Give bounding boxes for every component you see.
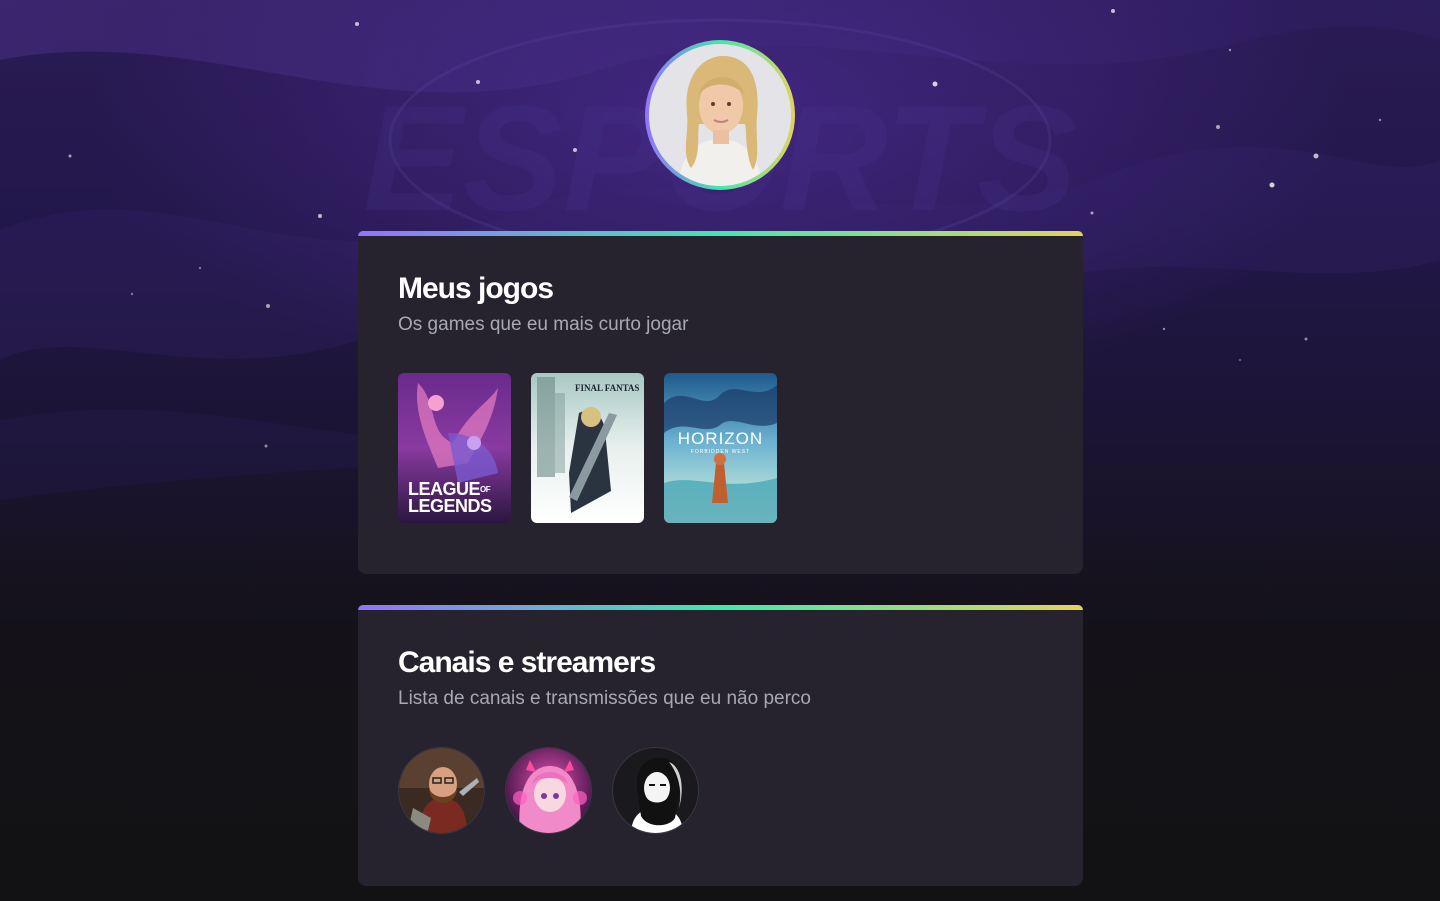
streamer-avatar-2[interactable] [505, 747, 592, 834]
final-fantasy-vii-cover-art [531, 373, 644, 523]
league-of-legends-logo: LEAGUEOF LEGENDS [408, 479, 492, 516]
games-subtitle: Os games que eu mais curto jogar [398, 314, 689, 335]
game-cover-horizon-forbidden-west[interactable]: HORIZON FORBIDDEN WEST [664, 373, 777, 523]
games-title: Meus jogos [398, 272, 554, 305]
streamer-avatar-3[interactable] [612, 747, 699, 834]
streamers-subtitle: Lista de canais e transmissões que eu nã… [398, 688, 811, 709]
streamer-avatar-1[interactable] [398, 747, 485, 834]
games-card: Meus jogos Os games que eu mais curto jo… [358, 231, 1083, 574]
profile-avatar [645, 40, 795, 190]
games-list: LEAGUEOF LEGENDS FINAL FANTAS HORIZON FO… [398, 373, 1043, 523]
streamer-2-avatar-icon [506, 748, 591, 833]
game-cover-final-fantasy-vii[interactable]: FINAL FANTASY VII [531, 373, 644, 523]
profile-photo-icon [649, 44, 791, 186]
game-cover-league-of-legends[interactable]: LEAGUEOF LEGENDS [398, 373, 511, 523]
final-fantasy-vii-logo: FINAL FANTASY VII [575, 383, 639, 393]
horizon-logo: HORIZON FORBIDDEN WEST [677, 429, 764, 455]
streamers-list [398, 747, 1043, 834]
streamers-title: Canais e streamers [398, 646, 656, 679]
streamers-card: Canais e streamers Lista de canais e tra… [358, 605, 1083, 886]
streamer-1-avatar-icon [399, 748, 484, 833]
streamer-3-avatar-icon [613, 748, 698, 833]
